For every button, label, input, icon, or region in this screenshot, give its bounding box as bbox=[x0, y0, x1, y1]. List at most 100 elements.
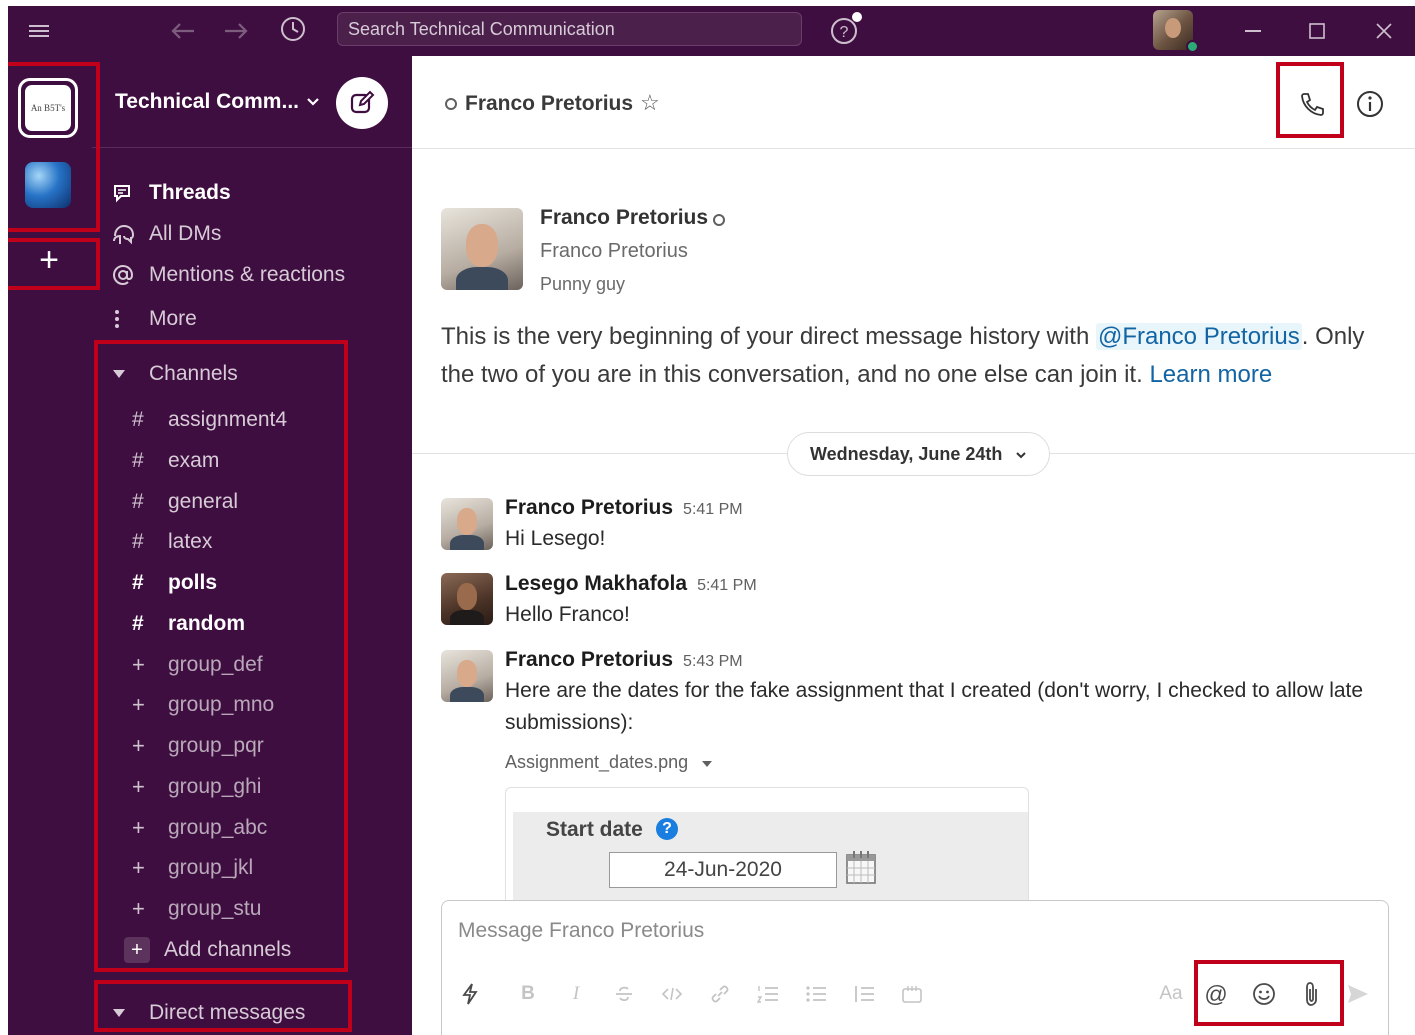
channel-group-stu[interactable]: + group_stu bbox=[132, 892, 261, 926]
blockquote-icon[interactable] bbox=[850, 979, 878, 1009]
caret-down-icon bbox=[702, 761, 713, 767]
dm-header-label: Direct messages bbox=[149, 1001, 306, 1024]
forward-arrow-icon[interactable] bbox=[221, 16, 251, 46]
message-author[interactable]: Lesego Makhafola 5:41 PM bbox=[505, 572, 757, 596]
learn-more-link[interactable]: Learn more bbox=[1149, 361, 1272, 388]
user-mention-link[interactable]: @Franco Pretorius bbox=[1095, 323, 1302, 350]
close-icon[interactable] bbox=[1371, 18, 1397, 44]
message-author[interactable]: Franco Pretorius 5:41 PM bbox=[505, 496, 743, 520]
hamburger-menu-icon[interactable] bbox=[26, 18, 52, 44]
sidebar-header: Technical Comm... bbox=[92, 56, 412, 148]
channel-group-mno[interactable]: + group_mno bbox=[132, 688, 274, 722]
channel-group-def[interactable]: + group_def bbox=[132, 648, 263, 682]
compose-button[interactable] bbox=[336, 77, 388, 129]
channel-group-ghi[interactable]: + group_ghi bbox=[132, 770, 261, 804]
channel-assignment4[interactable]: # assignment4 bbox=[132, 403, 287, 437]
history-clock-icon[interactable] bbox=[278, 14, 308, 44]
add-channels-button[interactable]: + Add channels bbox=[124, 933, 292, 967]
sidebar-item-mentions[interactable]: Mentions & reactions bbox=[112, 258, 345, 292]
intro-text: This is the very beginning of your direc… bbox=[441, 323, 1096, 350]
message-timestamp[interactable]: 5:41 PM bbox=[697, 577, 757, 594]
message-timestamp[interactable]: 5:43 PM bbox=[683, 653, 743, 670]
link-icon[interactable] bbox=[706, 979, 734, 1009]
workspace-name[interactable]: Technical Comm... bbox=[115, 90, 299, 114]
workspace-secondary[interactable] bbox=[25, 162, 71, 208]
avatar[interactable] bbox=[441, 498, 493, 550]
calendar-icon bbox=[846, 851, 876, 884]
channel-label: group_pqr bbox=[168, 734, 264, 757]
channel-label: general bbox=[168, 490, 239, 513]
channels-header-label: Channels bbox=[149, 362, 238, 385]
workspace-logo-text: An B5T's bbox=[25, 85, 71, 131]
help-icon[interactable]: ? bbox=[828, 10, 864, 48]
strikethrough-icon[interactable] bbox=[610, 979, 638, 1009]
message-composer[interactable]: Message Franco Pretorius B I Aa @ bbox=[441, 900, 1389, 1035]
message-text: Hello Franco! bbox=[505, 603, 630, 626]
attachment-filename[interactable]: Assignment_dates.png bbox=[505, 752, 713, 773]
star-icon[interactable]: ☆ bbox=[640, 90, 660, 116]
profile-avatar[interactable] bbox=[441, 208, 523, 290]
search-input[interactable]: Search Technical Communication bbox=[337, 12, 802, 46]
message-text: Hi Lesego! bbox=[505, 527, 606, 550]
message-timestamp[interactable]: 5:41 PM bbox=[683, 501, 743, 518]
info-button[interactable] bbox=[1352, 86, 1388, 122]
channel-label: polls bbox=[168, 571, 218, 594]
channel-group-jkl[interactable]: + group_jkl bbox=[132, 851, 253, 885]
back-arrow-icon[interactable] bbox=[168, 16, 198, 46]
sidebar-item-label: Threads bbox=[149, 181, 231, 204]
date-divider-button[interactable]: Wednesday, June 24th bbox=[787, 432, 1051, 476]
chevron-down-icon[interactable] bbox=[306, 94, 320, 110]
channel-exam[interactable]: # exam bbox=[132, 444, 219, 478]
author-name: Franco Pretorius bbox=[505, 496, 674, 519]
emoji-icon[interactable] bbox=[1250, 979, 1278, 1009]
plus-icon: + bbox=[132, 652, 145, 677]
image-preview[interactable]: Start date ? 24-Jun-2020 bbox=[505, 787, 1029, 908]
avatar[interactable] bbox=[441, 650, 493, 702]
add-workspace-button[interactable]: + bbox=[26, 238, 72, 284]
channel-random[interactable]: # random bbox=[132, 607, 245, 641]
minimize-icon[interactable] bbox=[1240, 18, 1266, 44]
shortcuts-lightning-icon[interactable] bbox=[456, 979, 484, 1009]
channel-label: latex bbox=[168, 530, 213, 553]
preview-content: Start date ? 24-Jun-2020 bbox=[513, 812, 1028, 908]
formatting-toggle-button[interactable]: Aa bbox=[1154, 979, 1188, 1009]
ordered-list-icon[interactable] bbox=[754, 979, 782, 1009]
workspace-technical-communication[interactable]: An B5T's bbox=[18, 78, 78, 138]
sidebar-item-all-dms[interactable]: All DMs bbox=[112, 217, 221, 251]
conversation-title[interactable]: Franco Pretorius bbox=[465, 92, 633, 116]
sidebar-item-threads[interactable]: Threads bbox=[112, 176, 231, 210]
channel-label: group_jkl bbox=[168, 856, 254, 879]
channel-group-pqr[interactable]: + group_pqr bbox=[132, 729, 264, 763]
profile-name[interactable]: Franco Pretorius bbox=[540, 206, 708, 230]
direct-messages-section-header[interactable]: Direct messages bbox=[112, 996, 305, 1030]
channel-label: random bbox=[168, 612, 246, 635]
message-author[interactable]: Franco Pretorius 5:43 PM bbox=[505, 648, 743, 672]
more-icon bbox=[112, 308, 149, 330]
preview-date-field: 24-Jun-2020 bbox=[609, 852, 837, 888]
conversation-header: Franco Pretorius ☆ bbox=[412, 56, 1415, 149]
message-input[interactable]: Message Franco Pretorius bbox=[458, 919, 704, 943]
channel-polls[interactable]: # polls bbox=[132, 566, 217, 600]
channel-group-abc[interactable]: + group_abc bbox=[132, 811, 267, 845]
bullet-list-icon[interactable] bbox=[802, 979, 830, 1009]
channel-general[interactable]: # general bbox=[132, 485, 238, 519]
channel-latex[interactable]: # latex bbox=[132, 525, 212, 559]
send-icon[interactable] bbox=[1344, 979, 1372, 1009]
conversation-pane: Franco Pretorius ☆ Franco Pretorius Fran… bbox=[412, 56, 1415, 1035]
channel-label: group_mno bbox=[168, 693, 275, 716]
sidebar-item-more[interactable]: More bbox=[112, 302, 197, 336]
file-name: Assignment_dates.png bbox=[505, 752, 689, 772]
hash-icon: # bbox=[132, 571, 144, 594]
conversation-intro: This is the very beginning of your direc… bbox=[441, 318, 1401, 394]
channels-section-header[interactable]: Channels bbox=[112, 357, 238, 391]
add-channels-label: Add channels bbox=[164, 938, 292, 961]
code-icon[interactable] bbox=[658, 979, 686, 1009]
italic-button[interactable]: I bbox=[562, 979, 590, 1009]
avatar[interactable] bbox=[441, 573, 493, 625]
code-block-icon[interactable] bbox=[898, 979, 926, 1009]
attach-paperclip-icon[interactable] bbox=[1298, 979, 1326, 1009]
bold-button[interactable]: B bbox=[514, 979, 542, 1009]
maximize-icon[interactable] bbox=[1304, 18, 1330, 44]
call-button[interactable] bbox=[1292, 84, 1332, 124]
mention-button[interactable]: @ bbox=[1202, 979, 1230, 1009]
